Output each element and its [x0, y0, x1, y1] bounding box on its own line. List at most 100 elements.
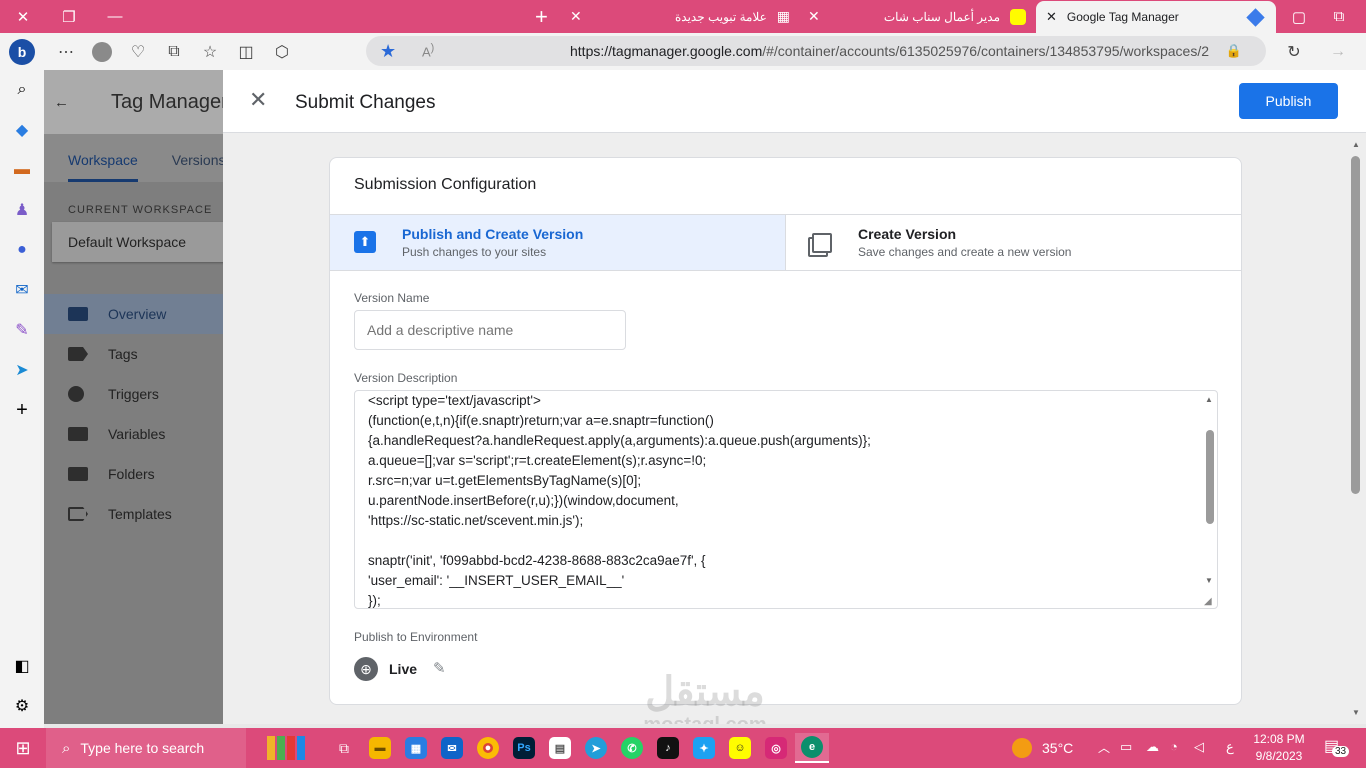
- page-scroll-down-icon[interactable]: ▼: [1352, 708, 1360, 717]
- notepad-icon[interactable]: ▤: [543, 733, 577, 763]
- version-name-label: Version Name: [354, 291, 430, 305]
- more-options-icon[interactable]: ⋯: [48, 36, 84, 68]
- clock-date: 9/8/2023: [1255, 749, 1303, 763]
- mail-icon[interactable]: ✉: [435, 733, 469, 763]
- refresh-icon[interactable]: ↻: [1276, 36, 1312, 68]
- tab-close-icon[interactable]: ✕: [1046, 9, 1057, 25]
- nav-templates[interactable]: Templates: [44, 494, 224, 534]
- publish-button[interactable]: Publish: [1239, 83, 1338, 119]
- telegram-icon[interactable]: ➤: [579, 733, 613, 763]
- tiktok-icon[interactable]: ♪: [651, 733, 685, 763]
- option-title: Create Version: [858, 226, 957, 242]
- tag-icon: [68, 347, 88, 361]
- current-workspace-label: CURRENT WORKSPACE: [68, 204, 213, 216]
- page-scrollbar[interactable]: ▲ ▼: [1348, 136, 1364, 722]
- nav-folders[interactable]: Folders: [44, 454, 224, 494]
- workspace-selector[interactable]: Default Workspace: [52, 222, 224, 262]
- favorites-icon[interactable]: ☆: [192, 36, 228, 68]
- settings-gear-icon[interactable]: ⚙: [0, 686, 44, 726]
- task-view-icon[interactable]: ⧉: [327, 733, 361, 763]
- tab-close-icon[interactable]: ✕: [808, 8, 820, 25]
- tab-title: Google Tag Manager: [1066, 10, 1179, 24]
- speaker-icon[interactable]: ◁: [1194, 739, 1204, 755]
- search-highlight-icon[interactable]: [246, 728, 326, 768]
- browser-tab-gtm[interactable]: ✕ Google Tag Manager: [1036, 1, 1276, 33]
- chrome-icon[interactable]: ●: [471, 733, 505, 763]
- read-aloud-icon[interactable]: A): [422, 42, 434, 59]
- split-screen-icon[interactable]: ◫: [228, 36, 264, 68]
- snapchat-icon[interactable]: ☺: [723, 733, 757, 763]
- window-close-icon[interactable]: ✕: [0, 0, 46, 33]
- shopping-icon[interactable]: ◆: [0, 110, 44, 150]
- browser-tab-new-tab[interactable]: ✕ علامة تبويب جديدة ▦: [560, 0, 800, 33]
- extensions-icon[interactable]: ⬡: [264, 36, 300, 68]
- add-icon[interactable]: +: [0, 390, 44, 430]
- notifications-icon[interactable]: ▤ 33: [1324, 736, 1350, 757]
- snapchat-favicon-icon: [1010, 8, 1026, 25]
- instagram-icon[interactable]: ◎: [759, 733, 793, 763]
- nav-variables[interactable]: Variables: [44, 414, 224, 454]
- copilot-icon[interactable]: ●: [0, 230, 44, 270]
- tab-workspace[interactable]: Workspace: [68, 152, 138, 182]
- nav-overview[interactable]: Overview: [44, 294, 224, 334]
- sidebar-toggle-icon[interactable]: ◧: [0, 646, 44, 686]
- file-explorer-icon[interactable]: ▬: [363, 733, 397, 763]
- search-icon[interactable]: ⌕: [0, 70, 44, 110]
- collections-icon[interactable]: ⧉: [156, 36, 192, 68]
- version-description-textarea[interactable]: [354, 390, 1218, 609]
- battery-icon[interactable]: ▭: [1120, 739, 1132, 755]
- nav-triggers[interactable]: Triggers: [44, 374, 224, 414]
- option-title: Publish and Create Version: [402, 226, 584, 242]
- version-copy-icon: [812, 233, 832, 253]
- designer-icon[interactable]: ✎: [0, 310, 44, 350]
- browser-tab-snapchat[interactable]: ✕ مدير أعمال سناب شات: [798, 0, 1036, 33]
- bing-icon[interactable]: b: [4, 36, 40, 68]
- gtm-side-panel: ← Tag Manager Workspace Versions CURRENT…: [44, 70, 224, 724]
- tab-versions[interactable]: Versions: [172, 152, 224, 182]
- window-restore-icon[interactable]: ❐: [46, 0, 92, 33]
- version-description-label: Version Description: [354, 371, 458, 385]
- edge-taskbar-icon[interactable]: e: [795, 733, 829, 763]
- edit-pencil-icon[interactable]: ✎: [433, 659, 446, 677]
- clock[interactable]: 12:08 PM 9/8/2023: [1248, 731, 1310, 765]
- option-create-version[interactable]: Create Version Save changes and create a…: [786, 214, 1241, 271]
- tools-icon[interactable]: ▬: [0, 150, 44, 190]
- language-indicator[interactable]: ع: [1226, 739, 1234, 755]
- games-icon[interactable]: ♟: [0, 190, 44, 230]
- new-tab-button[interactable]: +: [525, 0, 558, 33]
- resize-handle-icon[interactable]: ◢: [1204, 596, 1212, 607]
- whatsapp-icon[interactable]: ✆: [615, 733, 649, 763]
- scroll-down-arrow-icon[interactable]: ▼: [1205, 576, 1213, 585]
- address-bar[interactable]: ★ A) https://tagmanager.google.com/#/con…: [366, 36, 1266, 66]
- wifi-icon[interactable]: ◔: [1170, 739, 1178, 754]
- back-arrow-icon[interactable]: ←: [54, 94, 69, 111]
- workspaces-icon[interactable]: ⧉: [1316, 0, 1362, 33]
- microsoft-store-icon[interactable]: ▦: [399, 733, 433, 763]
- window-minimize-icon[interactable]: —: [92, 0, 138, 33]
- taskbar-search[interactable]: ⌕ Type here to search: [46, 728, 246, 768]
- screen: ✕ ❐ — + ✕ علامة تبويب جديدة ▦ ✕ مدير أعم…: [0, 0, 1366, 768]
- nav-tags[interactable]: Tags: [44, 334, 224, 374]
- scrollbar-thumb[interactable]: [1206, 430, 1214, 524]
- windows-start-icon[interactable]: ⊞: [1, 733, 45, 763]
- send-icon[interactable]: ➤: [0, 350, 44, 390]
- profile-icon[interactable]: [84, 36, 120, 68]
- weather-widget[interactable]: 35°C: [1012, 728, 1073, 768]
- cloud-icon[interactable]: ☁: [1146, 739, 1159, 755]
- twitter-icon[interactable]: ✦: [687, 733, 721, 763]
- scroll-up-arrow-icon[interactable]: ▲: [1205, 395, 1213, 404]
- version-name-input[interactable]: [354, 310, 626, 350]
- favorite-star-icon[interactable]: ★: [380, 41, 396, 62]
- page-scroll-up-icon[interactable]: ▲: [1352, 140, 1360, 149]
- outlook-icon[interactable]: ✉: [0, 270, 44, 310]
- tray-chevron-icon[interactable]: ︿: [1098, 739, 1110, 756]
- browser-tab-bar: ✕ ❐ — + ✕ علامة تبويب جديدة ▦ ✕ مدير أعم…: [0, 0, 1366, 33]
- health-icon[interactable]: ♡: [120, 36, 156, 68]
- close-icon[interactable]: ✕: [249, 88, 267, 112]
- photoshop-icon[interactable]: Ps: [507, 733, 541, 763]
- tab-close-icon[interactable]: ✕: [570, 8, 582, 25]
- page-scrollbar-thumb[interactable]: [1351, 156, 1360, 494]
- option-publish-and-create[interactable]: ⬆ Publish and Create Version Push change…: [330, 214, 786, 271]
- textarea-scrollbar[interactable]: ▲ ▼: [1203, 393, 1217, 606]
- forward-icon[interactable]: →: [1320, 36, 1356, 68]
